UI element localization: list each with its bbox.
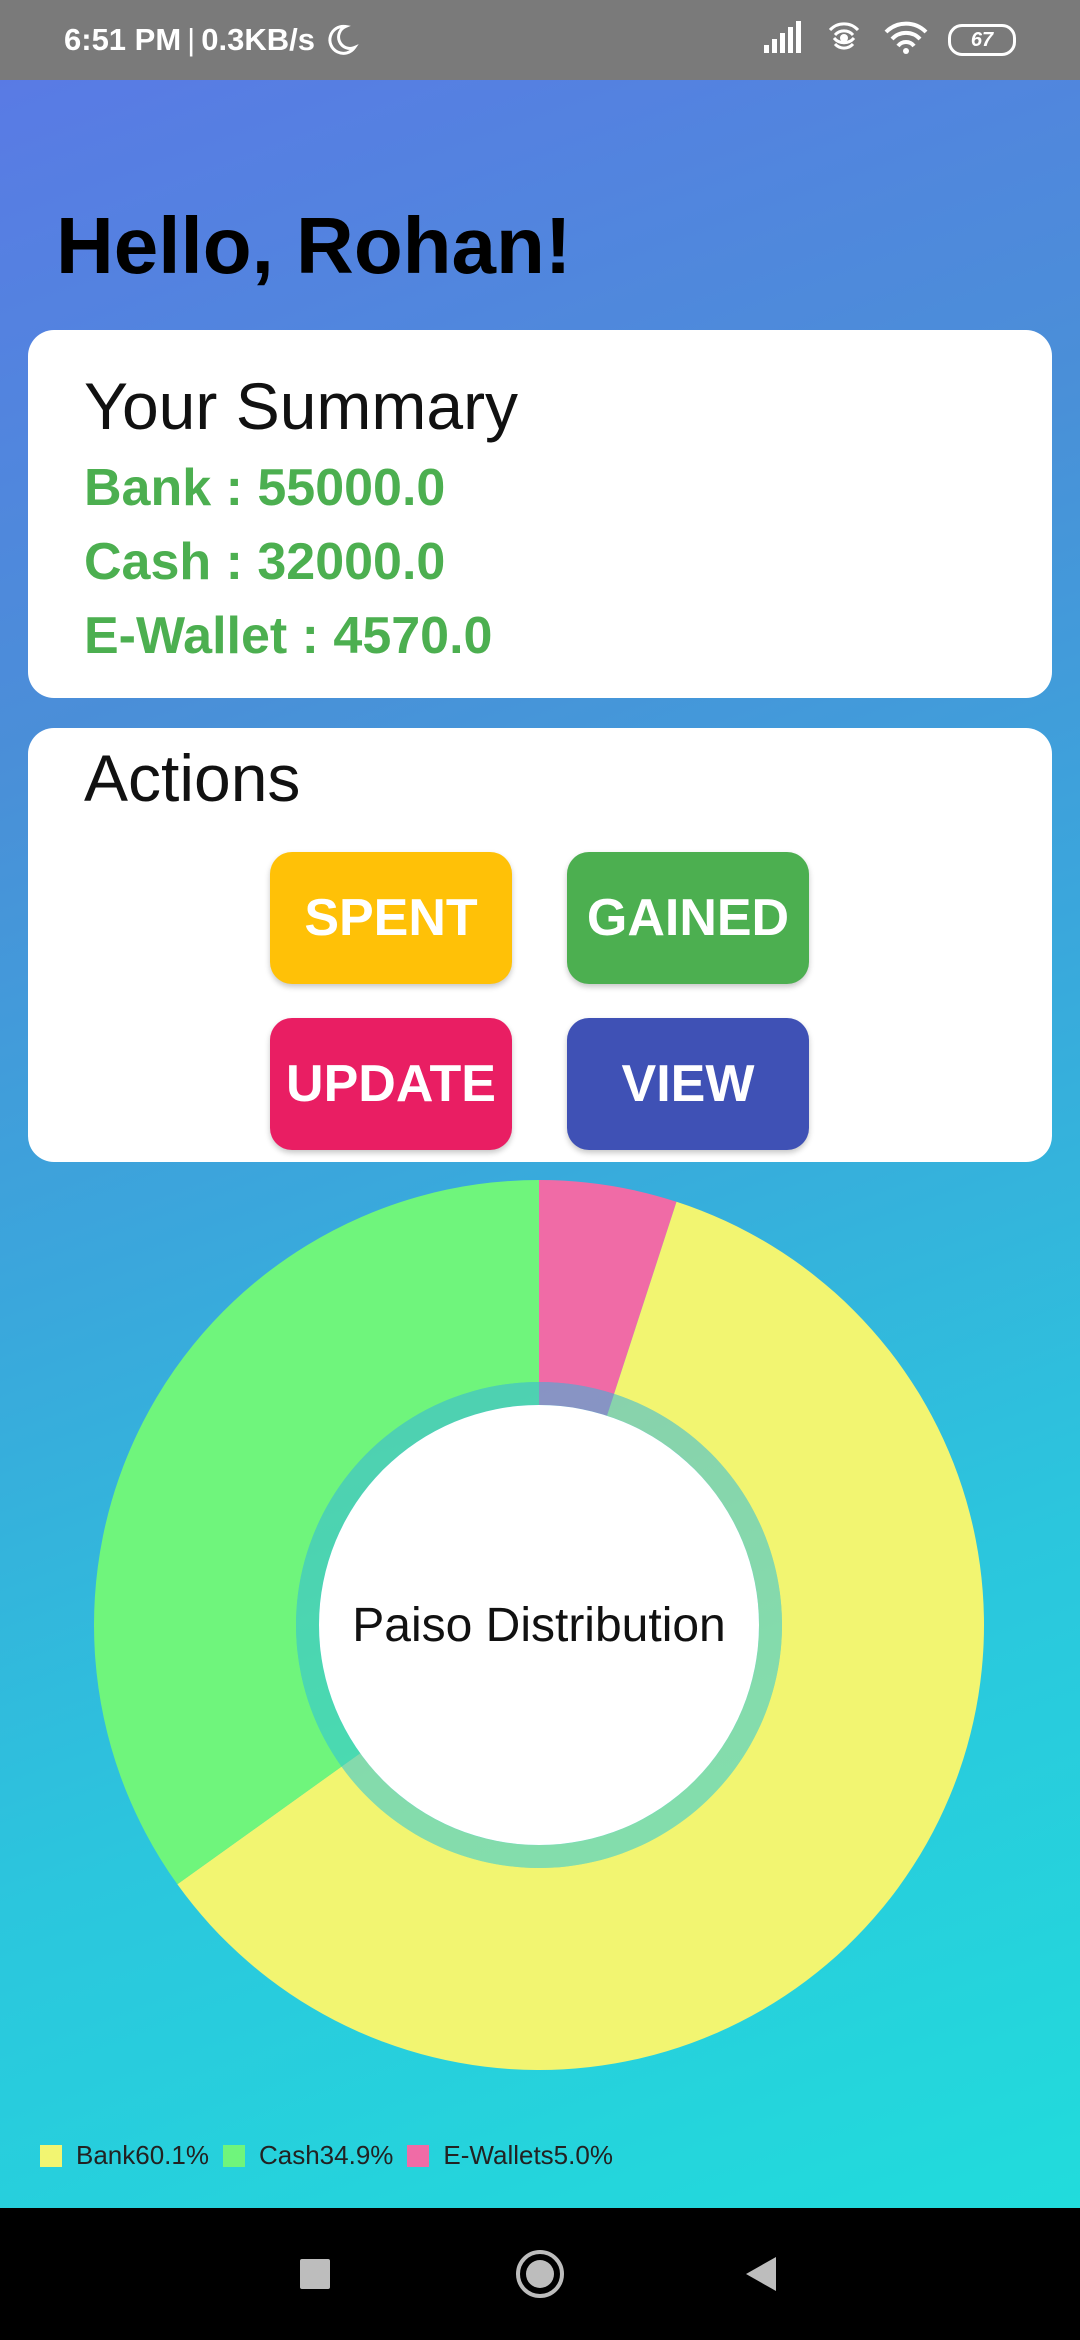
summary-card: Your Summary Bank : 55000.0 Cash : 32000… [28, 330, 1052, 698]
legend-swatch-ewallets [407, 2144, 430, 2167]
status-net-speed: 0.3KB/s [201, 22, 315, 57]
gained-button[interactable]: GAINED [567, 852, 809, 984]
chart-legend: Bank60.1% Cash34.9% E-Wallets5.0% [40, 2140, 627, 2171]
donut-chart-svg[interactable] [93, 1180, 985, 2070]
status-bar: 6:51 PM | 0.3KB/s 67 [0, 0, 1080, 80]
wifi-icon [884, 21, 928, 60]
battery-level: 67 [970, 28, 994, 51]
moon-icon [323, 22, 359, 58]
status-separator: | [187, 22, 196, 57]
hotspot-icon [824, 20, 864, 61]
legend-item-bank: Bank60.1% [40, 2140, 209, 2171]
spent-button[interactable]: SPENT [270, 852, 512, 984]
legend-swatch-cash [222, 2144, 245, 2167]
actions-card: Actions SPENT GAINED UPDATE VIEW [28, 728, 1052, 1162]
bank-balance: Bank : 55000.0 [84, 459, 446, 517]
view-button[interactable]: VIEW [567, 1018, 809, 1150]
battery-icon: 67 [948, 24, 1016, 56]
navigation-bar [0, 2208, 1080, 2340]
legend-label-cash: Cash34.9% [258, 2140, 394, 2170]
signal-icon [760, 20, 804, 60]
status-right: 67 [760, 0, 1016, 80]
ewallet-balance: E-Wallet : 4570.0 [84, 607, 493, 665]
legend-item-cash: Cash34.9% [222, 2140, 394, 2171]
actions-title: Actions [84, 741, 301, 815]
status-left: 6:51 PM | 0.3KB/s [64, 0, 359, 80]
donut-center-hole [319, 1405, 759, 1845]
recents-square-icon[interactable] [280, 2208, 350, 2340]
greeting-title: Hello, Rohan! [56, 201, 572, 290]
home-circle-icon[interactable] [505, 2208, 575, 2340]
back-triangle-icon[interactable] [725, 2208, 795, 2340]
legend-swatch-bank [40, 2144, 62, 2167]
legend-item-ewallets: E-Wallets5.0% [407, 2140, 613, 2171]
distribution-chart[interactable]: Paiso Distribution [93, 1180, 985, 2070]
cash-balance: Cash : 32000.0 [84, 533, 446, 591]
summary-title: Your Summary [84, 369, 519, 443]
status-time: 6:51 PM [64, 22, 182, 57]
update-button[interactable]: UPDATE [270, 1018, 512, 1150]
legend-label-bank: Bank60.1% [76, 2140, 209, 2170]
legend-label-ewallets: E-Wallets5.0% [443, 2140, 613, 2170]
